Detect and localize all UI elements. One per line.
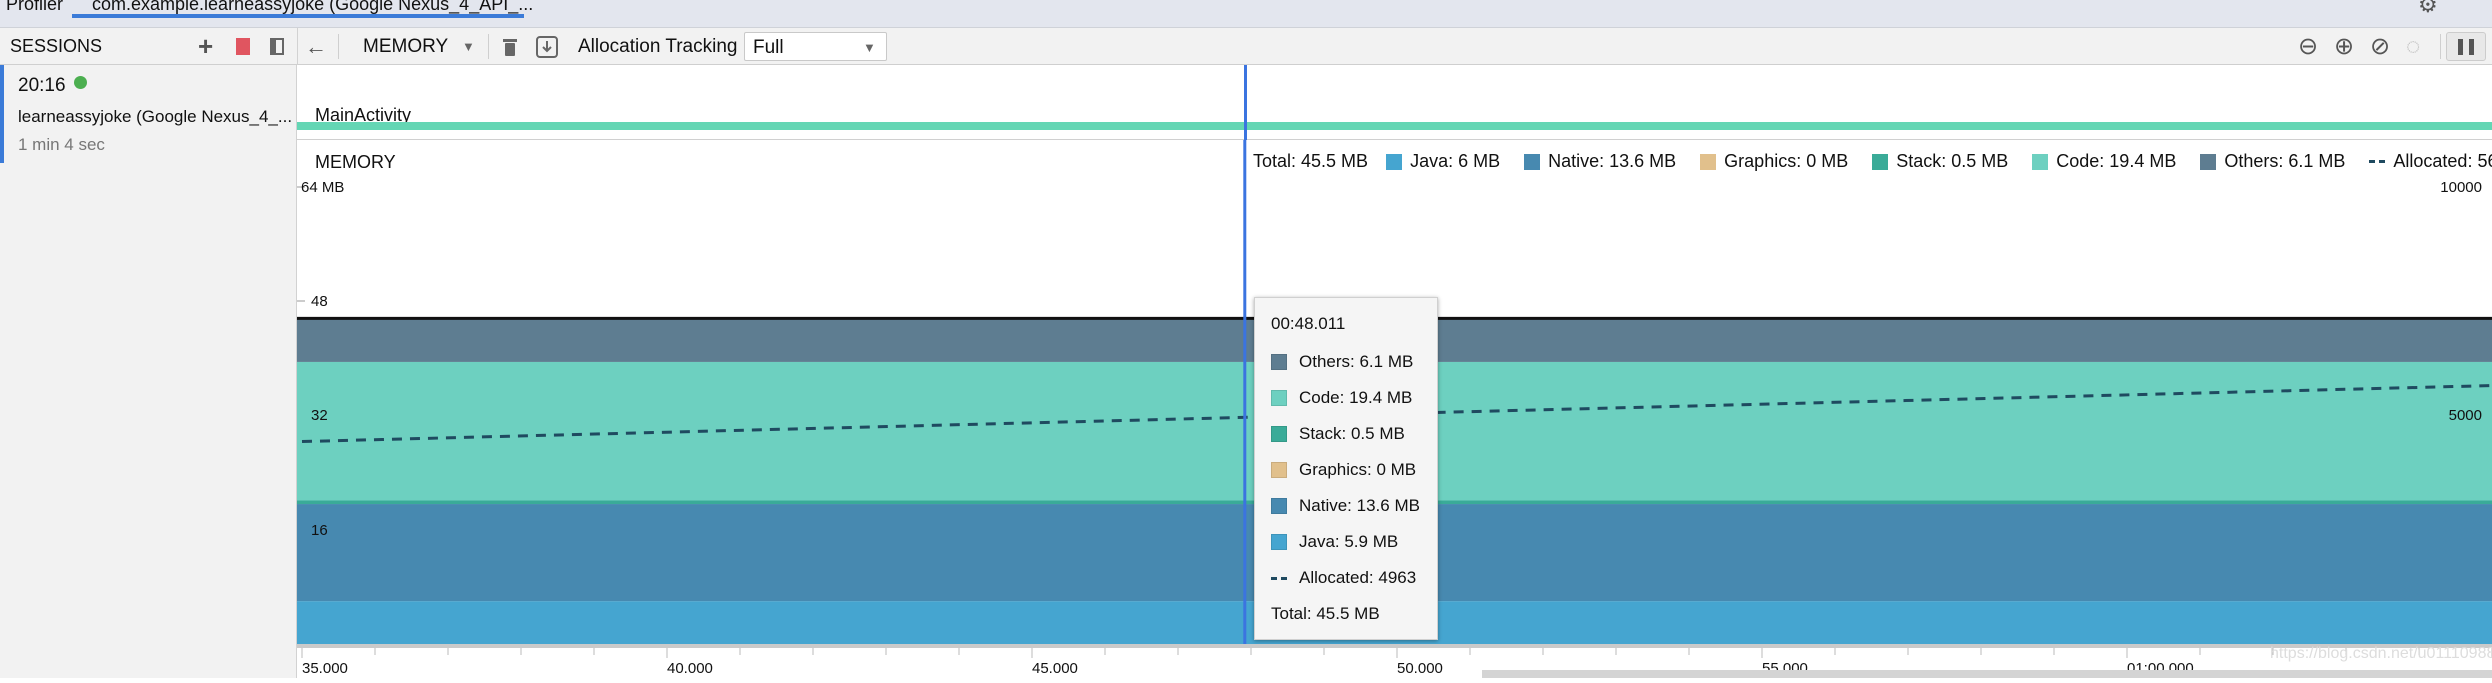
heap-dump-icon[interactable] (536, 28, 558, 65)
tooltip-label: Others: 6.1 MB (1299, 352, 1414, 371)
tooltip-row: Others: 6.1 MB (1271, 344, 1437, 380)
event-timeline: MainActivity (297, 65, 2492, 140)
tooltip-row: Code: 19.4 MB (1271, 380, 1437, 416)
chevron-down-icon: ▼ (863, 40, 876, 55)
y-tick-label: 16 (311, 522, 328, 539)
tooltip-swatch (1271, 462, 1287, 478)
dashed-line-icon (2369, 160, 2386, 163)
session-time: 20:16 (18, 75, 66, 96)
legend-label: Stack: 0.5 MB (1896, 151, 2009, 171)
status-dot-icon (74, 76, 87, 89)
y-tick-label: 64 MB (301, 179, 345, 196)
legend-item: Java: 6 MB (1386, 151, 1500, 172)
legend-label: Native: 13.6 MB (1548, 151, 1677, 171)
tooltip-label: Code: 19.4 MB (1299, 388, 1413, 407)
tooltip-row: Stack: 0.5 MB (1271, 416, 1437, 452)
session-name: learneassyjoke (Google Nexus_4_... (18, 107, 293, 126)
allocation-tracking-value: Full (753, 37, 784, 58)
session-item[interactable]: 20:16 learneassyjoke (Google Nexus_4_...… (0, 65, 297, 163)
tooltip-row: Graphics: 0 MB (1271, 452, 1437, 488)
tab-bar: Profiler com.example.learneassyjoke (Goo… (0, 0, 2492, 28)
x-tick-label: 35.000 (302, 660, 348, 677)
legend-item: Stack: 0.5 MB (1872, 151, 2008, 172)
x-tick-label: 40.000 (667, 660, 713, 677)
sessions-sidebar: 20:16 learneassyjoke (Google Nexus_4_...… (0, 65, 297, 678)
cursor-line-events (1243, 65, 1247, 140)
legend-swatch (1700, 153, 1717, 170)
tooltip-swatch (1271, 354, 1287, 370)
chevron-down-icon[interactable]: ▼ (462, 28, 475, 65)
legend-total: Total: 45.5 MB (1253, 151, 1369, 171)
tooltip: 00:48.011 Others: 6.1 MB Code: 19.4 MB Sta… (1254, 297, 1438, 640)
zoom-in-icon[interactable]: ⊕ (2334, 28, 2354, 65)
memory-title: MEMORY (315, 152, 396, 172)
legend-label: Graphics: 0 MB (1724, 151, 1849, 171)
trash-icon[interactable] (502, 28, 518, 65)
legend-label: Java: 6 MB (1410, 151, 1501, 171)
session-duration: 1 min 4 sec (18, 135, 105, 154)
toolbar: SESSIONS + ← MEMORY ▼ Allocation Trackin… (0, 28, 2492, 65)
tooltip-label: Native: 13.6 MB (1299, 496, 1420, 515)
panel-toggle-icon[interactable] (270, 28, 284, 65)
legend-item: Native: 13.6 MB (1524, 151, 1676, 172)
legend-label: Code: 19.4 MB (2056, 151, 2177, 171)
horizontal-scrollbar[interactable] (1482, 670, 2492, 678)
zoom-to-selection-icon[interactable]: ◌ (2406, 28, 2420, 65)
legend-allocated: Allocated: 5624 (2369, 151, 2492, 172)
allocation-tracking-select[interactable]: Full ▼ (744, 32, 887, 61)
allocation-tracking-label: Allocation Tracking (578, 35, 738, 57)
add-icon[interactable]: + (198, 28, 213, 65)
y-right-tick-label: 5000 (2448, 407, 2482, 424)
legend-swatch (1872, 153, 1889, 170)
tooltip-swatch (1271, 534, 1287, 550)
tooltip-allocated: Allocated: 4963 (1271, 560, 1437, 596)
y-right-tick-label: 10000 (2440, 179, 2482, 196)
tooltip-row: Java: 5.9 MB (1271, 524, 1437, 560)
activity-bar[interactable] (297, 122, 2492, 130)
tooltip-row: Native: 13.6 MB (1271, 488, 1437, 524)
active-tab-indicator (72, 14, 524, 18)
legend-label: Allocated: 5624 (2393, 151, 2492, 171)
tooltip-swatch (1271, 426, 1287, 442)
gear-icon[interactable]: ⚙ (2418, 0, 2438, 18)
profiler-select[interactable]: MEMORY (363, 28, 448, 65)
legend: Total: 45.5 MB Java: 6 MB Native: 13.6 MB… (1253, 151, 2492, 172)
watermark: https://blog.csdn.net/u011109881 (2270, 645, 2492, 662)
pause-button[interactable] (2446, 32, 2486, 61)
tab-profiler[interactable]: Profiler (6, 0, 63, 15)
legend-swatch (2200, 153, 2217, 170)
legend-swatch (2032, 153, 2049, 170)
legend-swatch (1524, 153, 1541, 170)
reset-zoom-icon[interactable]: ⊘ (2370, 28, 2390, 65)
legend-swatch (1386, 153, 1403, 170)
sessions-label: SESSIONS (10, 36, 103, 56)
legend-label: Others: 6.1 MB (2224, 151, 2346, 171)
y-tick-label: 32 (311, 407, 328, 424)
tooltip-swatch (1271, 498, 1287, 514)
tooltip-time: 00:48.011 (1271, 314, 1346, 333)
tab-session[interactable]: com.example.learneassyjoke (Google Nexus… (92, 0, 533, 15)
zoom-out-icon[interactable]: ⊖ (2298, 28, 2318, 65)
stop-icon[interactable] (236, 28, 250, 65)
back-arrow-icon[interactable]: ← (305, 28, 327, 65)
tooltip-total: Total: 45.5 MB (1271, 604, 1380, 623)
legend-item: Code: 19.4 MB (2032, 151, 2176, 172)
legend-item: Graphics: 0 MB (1700, 151, 1848, 172)
tooltip-label: Stack: 0.5 MB (1299, 424, 1405, 443)
tooltip-allocated-label: Allocated: 4963 (1299, 568, 1417, 587)
legend-item: Others: 6.1 MB (2200, 151, 2345, 172)
x-tick-label: 45.000 (1032, 660, 1078, 677)
tooltip-swatch (1271, 390, 1287, 406)
tooltip-label: Java: 5.9 MB (1299, 532, 1399, 551)
x-tick-label: 50.000 (1397, 660, 1443, 677)
y-tick-label: 48 (311, 293, 328, 310)
tooltip-label: Graphics: 0 MB (1299, 460, 1417, 479)
